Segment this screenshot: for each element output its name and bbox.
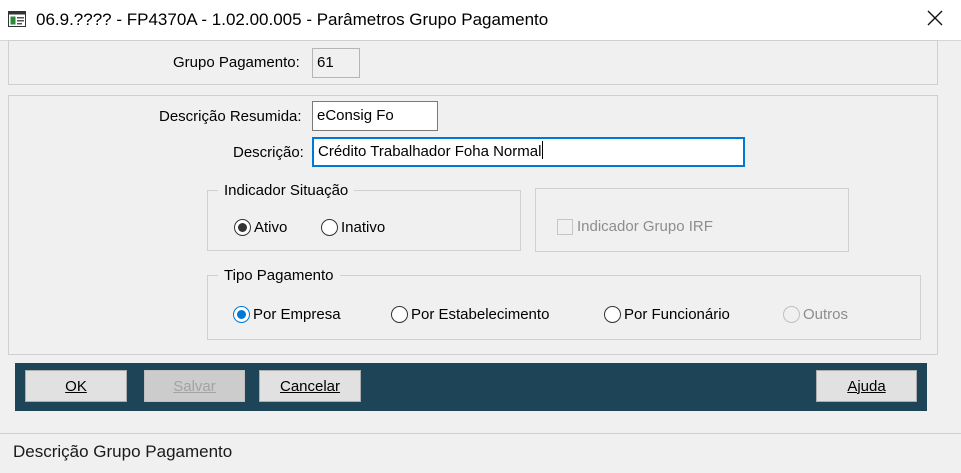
descricao-resumida-label: Descrição Resumida: [159, 108, 302, 125]
radio-inativo[interactable]: Inativo [321, 219, 385, 236]
radio-por-empresa[interactable]: Por Empresa [233, 306, 341, 323]
checkbox-icon [557, 218, 573, 235]
app-window-icon [8, 11, 26, 27]
tipo-pagamento-legend: Tipo Pagamento [224, 267, 334, 284]
grupo-pagamento-panel [8, 40, 938, 85]
radio-unchecked-icon [391, 306, 408, 323]
radio-outros[interactable]: Outros [783, 306, 848, 323]
radio-checked-icon [233, 306, 250, 323]
radio-ativo[interactable]: Ativo [234, 219, 287, 236]
grupo-pagamento-field[interactable]: 61 [312, 48, 360, 78]
radio-unchecked-icon [321, 219, 338, 236]
close-icon [927, 10, 943, 30]
indicador-situacao-legend: Indicador Situação [224, 182, 349, 199]
window-title: 06.9.???? - FP4370A - 1.02.00.005 - Parâ… [36, 10, 549, 29]
radio-unchecked-icon [604, 306, 621, 323]
radio-ativo-label: Ativo [254, 219, 288, 236]
ajuda-button[interactable]: Ajuda [816, 370, 917, 402]
tipo-pagamento-group: Tipo Pagamento [207, 267, 921, 340]
radio-inativo-label: Inativo [341, 219, 386, 236]
button-bar: OK Salvar Cancelar Ajuda [15, 363, 927, 411]
radio-por-funcionario-label: Por Funcionário [624, 306, 730, 323]
salvar-button[interactable]: Salvar [144, 370, 245, 402]
radio-por-funcionario[interactable]: Por Funcionário [604, 306, 730, 323]
radio-por-estabelecimento-label: Por Estabelecimento [411, 306, 550, 323]
descricao-resumida-input[interactable]: eConsig Fo [312, 101, 438, 131]
radio-outros-label: Outros [803, 306, 849, 323]
descricao-input-text: Crédito Trabalhador Foha Normal [318, 143, 542, 160]
status-text: Descrição Grupo Pagamento [13, 442, 233, 461]
indicador-situacao-group: Indicador Situação [207, 182, 521, 251]
radio-disabled-icon [783, 306, 800, 323]
ok-button[interactable]: OK [25, 370, 127, 402]
text-caret [542, 141, 544, 159]
radio-checked-icon [234, 219, 251, 236]
indicador-grupo-irf-checkbox[interactable]: Indicador Grupo IRF [557, 218, 713, 235]
close-button[interactable] [912, 2, 958, 38]
descricao-input[interactable]: Crédito Trabalhador Foha Normal [312, 137, 745, 167]
radio-por-empresa-label: Por Empresa [253, 306, 341, 323]
indicador-grupo-irf-label: Indicador Grupo IRF [577, 218, 713, 235]
grupo-pagamento-label: Grupo Pagamento: [173, 54, 300, 71]
radio-por-estabelecimento[interactable]: Por Estabelecimento [391, 306, 549, 323]
cancelar-button[interactable]: Cancelar [259, 370, 361, 402]
descricao-label: Descrição: [233, 144, 304, 161]
